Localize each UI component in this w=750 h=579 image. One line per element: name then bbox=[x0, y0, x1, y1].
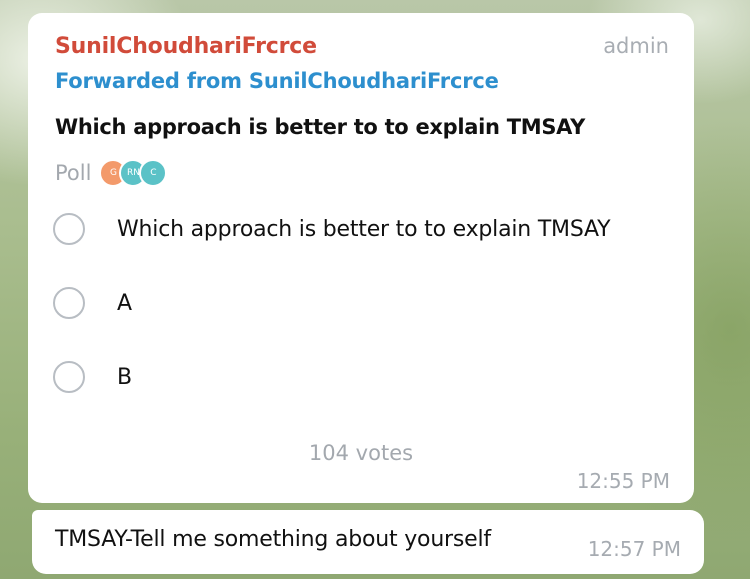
poll-option[interactable]: A bbox=[53, 283, 132, 323]
admin-badge: admin bbox=[603, 34, 669, 58]
vote-count[interactable]: 104 votes bbox=[28, 441, 694, 465]
message-text: TMSAY-Tell me something about yourself bbox=[55, 527, 491, 552]
poll-type-label: Poll bbox=[55, 161, 92, 185]
radio-circle-icon[interactable] bbox=[53, 287, 85, 319]
radio-circle-icon[interactable] bbox=[53, 361, 85, 393]
poll-question: Which approach is better to to explain T… bbox=[55, 115, 585, 139]
poll-meta: Poll G RN C bbox=[55, 157, 168, 189]
poll-option-label: B bbox=[117, 364, 132, 390]
poll-option[interactable]: B bbox=[53, 357, 132, 397]
radio-circle-icon[interactable] bbox=[53, 213, 85, 245]
recent-voters: G RN C bbox=[99, 159, 168, 187]
poll-message-bubble[interactable]: SunilChoudhariFrcrce admin Forwarded fro… bbox=[28, 13, 694, 503]
message-time: 12:57 PM bbox=[587, 537, 681, 561]
sender-name[interactable]: SunilChoudhariFrcrce bbox=[55, 34, 317, 59]
voter-avatar: C bbox=[139, 159, 168, 187]
poll-option-label: A bbox=[117, 290, 132, 316]
message-time: 12:55 PM bbox=[576, 469, 670, 493]
forwarded-from-label[interactable]: Forwarded from SunilChoudhariFrcrce bbox=[55, 69, 499, 93]
poll-option[interactable]: Which approach is better to to explain T… bbox=[53, 209, 611, 249]
poll-option-label: Which approach is better to to explain T… bbox=[117, 216, 611, 242]
text-message-bubble[interactable]: TMSAY-Tell me something about yourself 1… bbox=[32, 510, 704, 574]
